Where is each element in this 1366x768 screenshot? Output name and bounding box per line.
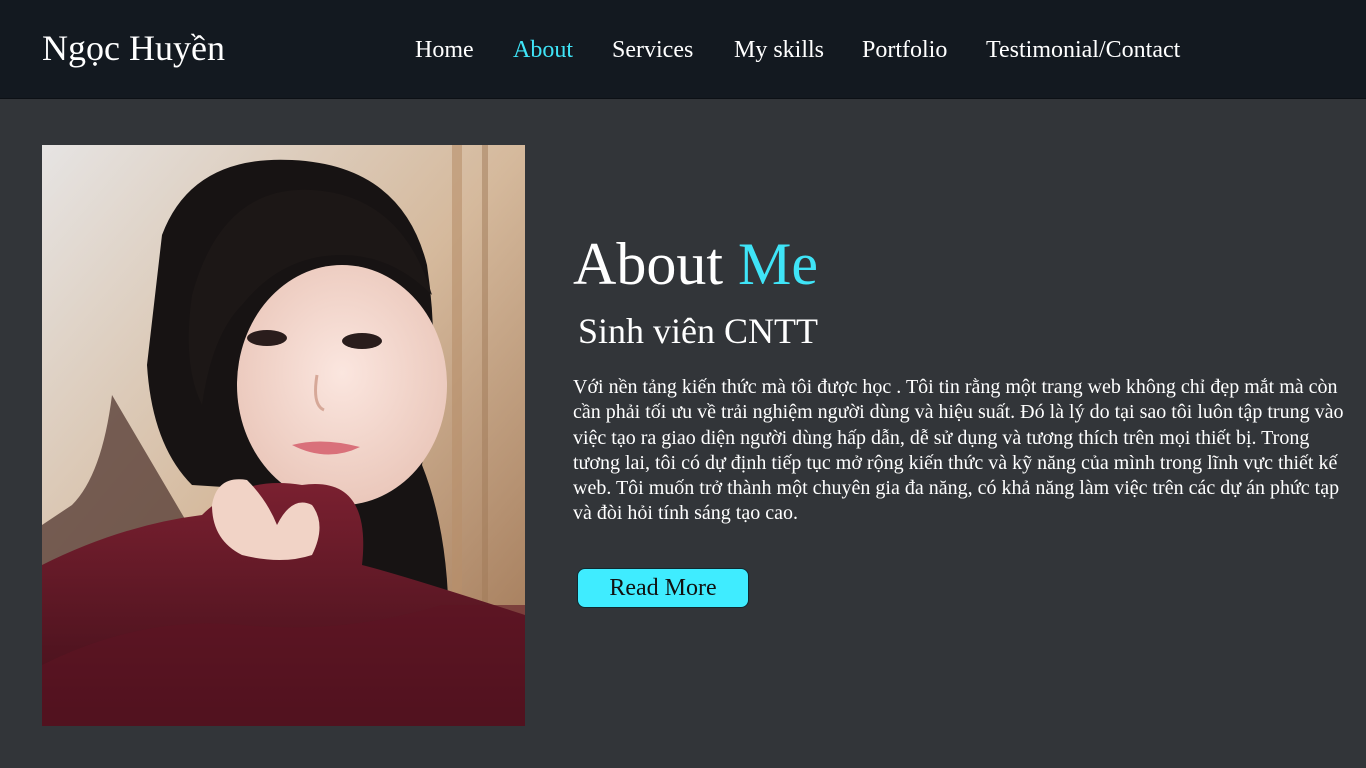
- brand-logo[interactable]: Ngọc Huyền: [42, 26, 225, 70]
- about-heading: About Me: [573, 228, 818, 300]
- site-header: Ngọc Huyền Home About Services My skills…: [0, 0, 1366, 99]
- about-subtitle: Sinh viên CNTT: [578, 311, 818, 351]
- nav-testimonial-contact[interactable]: Testimonial/Contact: [986, 34, 1180, 66]
- about-description: Với nền tảng kiến thức mà tôi được học .…: [573, 376, 1344, 525]
- nav-my-skills[interactable]: My skills: [734, 34, 824, 66]
- nav-portfolio[interactable]: Portfolio: [862, 34, 947, 66]
- about-heading-accent: Me: [738, 231, 818, 297]
- nav-home[interactable]: Home: [415, 34, 474, 66]
- nav-services[interactable]: Services: [612, 34, 693, 66]
- read-more-button[interactable]: Read More: [577, 568, 749, 608]
- about-heading-main: About: [573, 231, 738, 297]
- profile-photo: [42, 145, 525, 726]
- nav-about[interactable]: About: [513, 34, 573, 66]
